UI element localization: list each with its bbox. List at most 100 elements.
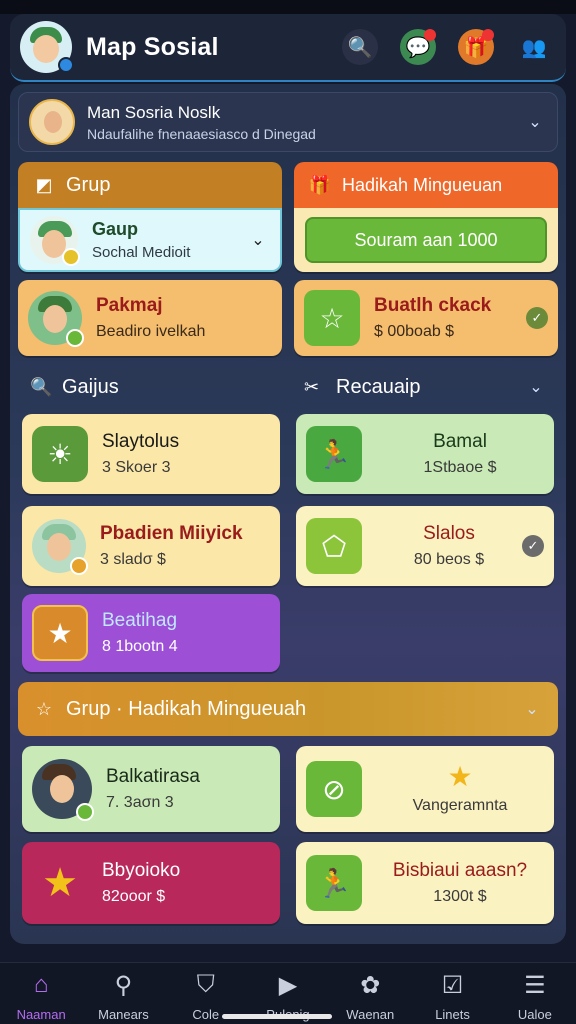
- reward-card[interactable]: ⊘ ★ Vangeramnta: [296, 746, 554, 832]
- star-icon: ☆: [35, 698, 53, 719]
- nav-home[interactable]: ⌂ Naaman: [0, 963, 82, 1024]
- selector-avatar: [29, 99, 75, 145]
- nav-menu[interactable]: ☰ Ualoe: [494, 963, 576, 1024]
- map-pin-icon: ⬠: [306, 518, 362, 574]
- avatar: [32, 519, 88, 575]
- chevron-down-icon: ⌄: [528, 114, 542, 131]
- card-subtitle: Vangeramnta: [412, 797, 508, 814]
- nav-label: Naaman: [16, 1007, 66, 1022]
- search-icon: 🔍: [30, 376, 53, 397]
- notification-dot: [424, 29, 436, 41]
- star-icon: ★: [447, 761, 473, 792]
- shield-icon: ⛉: [196, 971, 215, 998]
- gift-icon: 🎁: [308, 174, 332, 195]
- activity-card[interactable]: ★ Beatihag 8 1bootn 4: [22, 594, 280, 672]
- card-title: Buatlh ckack: [374, 295, 492, 316]
- activity-card[interactable]: ⬠ Slalos 80 beos $ ✓: [296, 506, 554, 586]
- card-subtitle: 3 Skoer 3: [102, 459, 171, 476]
- member-card[interactable]: ★ Bbyoioko 82ooor $: [22, 842, 280, 924]
- check-icon: ✓: [522, 535, 544, 557]
- weekly-gift-header[interactable]: 🎁 Hadikah Mingueuan: [294, 162, 558, 208]
- card-title: Bbyoioko: [102, 860, 181, 881]
- app-title: Map Sosial: [86, 32, 219, 61]
- card-subtitle: 7. 3aσn 3: [106, 794, 174, 811]
- map-selector-dropdown[interactable]: Man Sosria Noslk Ndaufalihe fnenaaesiasc…: [18, 92, 558, 152]
- search-icon: ⚲: [114, 972, 133, 999]
- runner-icon: 🏃: [306, 426, 362, 482]
- weekly-gift-box: Souram aan 1000: [294, 208, 558, 272]
- section-header-left: 🔍 Gaijus: [30, 375, 119, 398]
- treasure-chest-icon: ★: [32, 605, 88, 661]
- member-card[interactable]: Balkatirasa 7. 3aσn 3: [22, 746, 280, 832]
- nav-label: Waenan: [346, 1007, 395, 1022]
- notification-dot: [482, 29, 494, 41]
- weekly-gift-header-label: Hadikah Mingueuan: [342, 174, 503, 195]
- nav-label: Linets: [435, 1007, 470, 1022]
- group-banner-label: Grup · Hadikah Mingueuah: [66, 697, 307, 720]
- home-indicator: [222, 1014, 332, 1019]
- status-strip: [0, 0, 576, 14]
- card-title: Gaup: [92, 219, 139, 239]
- group-banner[interactable]: ☆ Grup · Hadikah Mingueuah ⌄: [18, 682, 558, 736]
- group-card[interactable]: Pakmaj Beadiro ivelkah: [18, 280, 282, 356]
- home-icon: ⌂: [33, 971, 49, 998]
- nav-settings[interactable]: ✿ Waenan: [329, 963, 411, 1024]
- menu-icon: ☰: [524, 972, 546, 999]
- runner-icon: 🏃: [306, 855, 362, 911]
- nav-checklist[interactable]: ☑ Linets: [411, 963, 493, 1024]
- avatar: [28, 291, 84, 347]
- group-header-label: Grup: [66, 173, 111, 196]
- card-subtitle: $ 00boab $: [374, 323, 455, 340]
- settings-icon: ✿: [360, 972, 381, 999]
- top-bar: Map Sosial 🔍 💬 🎁 👥: [10, 14, 566, 82]
- nav-search[interactable]: ⚲ Manears: [82, 963, 164, 1024]
- checklist-icon: ☑: [441, 972, 464, 999]
- chat-icon[interactable]: 💬: [400, 29, 436, 65]
- reward-card[interactable]: ☆ Buatlh ckack $ 00boab $ ✓: [294, 280, 558, 356]
- reward-card[interactable]: 🏃 Bisbiaui aaasn? 1300t $: [296, 842, 554, 924]
- card-subtitle: 82ooor $: [102, 888, 166, 905]
- card-subtitle: 3 sladσ $: [100, 551, 166, 568]
- star-coins-icon: ★: [42, 861, 78, 905]
- group-icon: ✂: [304, 376, 320, 397]
- avatar: [32, 759, 94, 821]
- group-card[interactable]: Gaup Sochal Medioit ⌄: [18, 208, 282, 272]
- friends-icon[interactable]: 👥: [516, 29, 552, 65]
- chevron-down-icon: ⌄: [525, 701, 539, 718]
- group-header[interactable]: ◩ Grup: [18, 162, 282, 208]
- compass-icon: ⊘: [306, 761, 362, 817]
- card-title: Pakmaj: [96, 295, 163, 316]
- section-header-right[interactable]: ✂ Recauaip ⌄: [304, 370, 548, 404]
- card-subtitle: 8 1bootn 4: [102, 638, 178, 655]
- search-icon[interactable]: 🔍: [342, 29, 378, 65]
- activity-card[interactable]: ☀ Slaytolus 3 Skoer 3: [22, 414, 280, 494]
- avatar: [30, 216, 80, 266]
- activity-card[interactable]: Pbadien Miiyick 3 sladσ $: [22, 506, 280, 586]
- card-title: Balkatirasa: [106, 766, 200, 787]
- card-title: Slaytolus: [102, 431, 180, 452]
- selector-title: Man Sosria Noslk: [87, 102, 221, 122]
- selector-subtitle: Ndaufalihe fnenaaesiasco d Dinegad: [87, 125, 316, 142]
- card-subtitle: 80 beos $: [413, 551, 485, 568]
- star-icon: ☆: [304, 290, 360, 346]
- activity-card[interactable]: 🏃 Bamal 1Stbaoe $: [296, 414, 554, 494]
- card-title: Bisbiaui aaasn?: [392, 860, 528, 881]
- claim-button[interactable]: Souram aan 1000: [305, 217, 547, 263]
- card-title: Bamal: [433, 431, 487, 452]
- card-subtitle: Sochal Medioit: [92, 244, 191, 261]
- play-icon: ▶: [278, 972, 298, 999]
- card-title: Pbadien Miiyick: [100, 523, 243, 544]
- card-subtitle: 1Stbaoe $: [423, 459, 497, 476]
- nav-label: Ualoe: [517, 1007, 552, 1022]
- card-subtitle: Beadiro ivelkah: [96, 323, 206, 340]
- card-subtitle: 1300t $: [433, 888, 487, 905]
- check-icon: ✓: [526, 307, 548, 329]
- profile-avatar[interactable]: [20, 21, 74, 73]
- chevron-down-icon[interactable]: ⌄: [246, 230, 270, 250]
- group-icon: ◩: [35, 174, 53, 195]
- nav-label: Manears: [98, 1007, 149, 1022]
- card-title: Beatihag: [102, 610, 178, 631]
- gift-icon[interactable]: 🎁: [458, 29, 494, 65]
- sun-badge-icon: ☀: [32, 426, 88, 482]
- nav-label: Cole: [192, 1007, 220, 1022]
